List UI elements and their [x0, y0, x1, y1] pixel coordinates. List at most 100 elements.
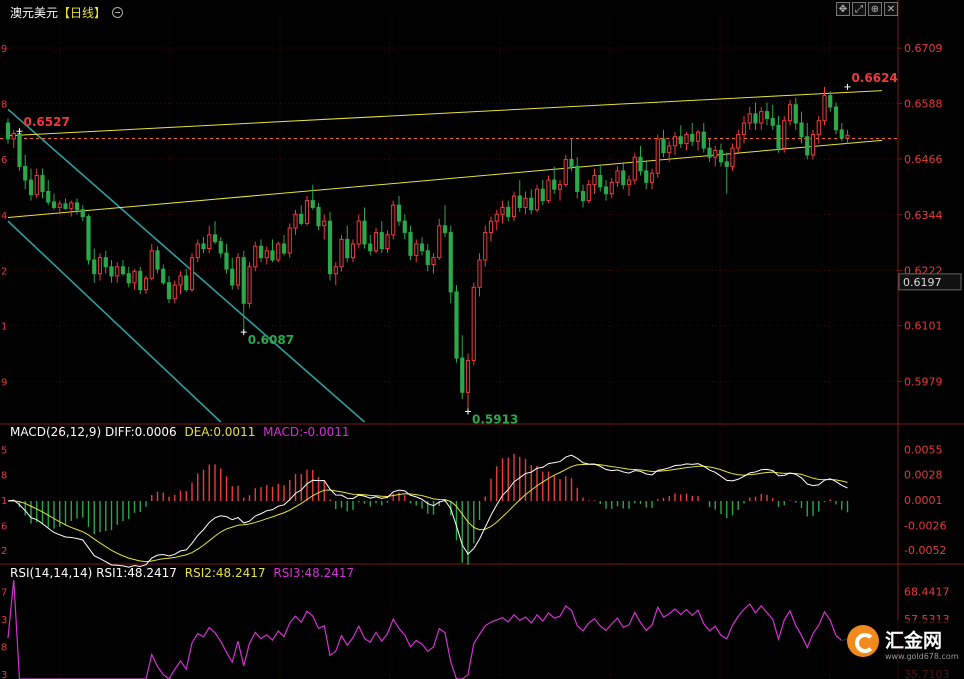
- candle-up: [385, 234, 390, 250]
- candle-up: [57, 203, 62, 208]
- candle-up: [391, 204, 396, 236]
- candle-up: [437, 225, 442, 259]
- left-tick-label: 6: [1, 521, 7, 532]
- candle-up: [483, 232, 488, 261]
- candle-down: [839, 129, 844, 139]
- candle-up: [810, 133, 816, 156]
- candle-up: [782, 120, 787, 149]
- candle-down: [230, 268, 235, 286]
- candle-down: [678, 136, 683, 145]
- left-tick-label: 3: [1, 615, 7, 626]
- candle-up: [787, 104, 793, 122]
- left-tick-label: 7: [1, 588, 7, 599]
- candle-down: [724, 161, 729, 167]
- macd-y-tick-label: 0.0028: [904, 469, 943, 482]
- candle-up: [626, 179, 632, 186]
- candle-down: [828, 95, 833, 108]
- gold678-logo: [847, 625, 879, 657]
- expand-icon[interactable]: ⤢: [852, 2, 866, 16]
- candle-up: [684, 133, 689, 145]
- candle-down: [362, 220, 367, 245]
- candle-down: [644, 170, 649, 183]
- candle-up: [609, 181, 614, 195]
- circle-minus-icon[interactable]: [111, 7, 123, 18]
- candle-down: [598, 174, 603, 188]
- candle-up: [149, 250, 154, 279]
- candle-up: [172, 284, 177, 300]
- candle-up: [655, 138, 660, 174]
- macd-value-label: MACD:-0.0011: [263, 425, 350, 439]
- candle-up: [500, 206, 505, 215]
- left-tick-label: 3: [1, 670, 7, 679]
- chart-header: 澳元美元【日线】: [10, 4, 123, 21]
- price-annotation: 0.5913: [472, 413, 518, 427]
- candle-down: [5, 122, 11, 140]
- candle-down: [28, 179, 34, 196]
- candle-up: [632, 156, 637, 181]
- candle-down: [23, 165, 28, 181]
- candle-up: [293, 213, 298, 229]
- candle-up: [235, 257, 241, 286]
- annotation-marker: [240, 329, 247, 336]
- candle-down: [552, 179, 557, 190]
- candle-up: [816, 120, 821, 135]
- candle-down: [368, 243, 373, 252]
- left-tick-label: 4: [1, 211, 7, 222]
- macd-y-tick-label: -0.0026: [904, 519, 946, 532]
- candle-down: [201, 243, 206, 250]
- candle-down: [402, 220, 407, 234]
- watermark-url: www.gold678.com: [885, 652, 959, 661]
- candle-up: [356, 220, 361, 245]
- rsi1-label: RSI1:48.2417: [96, 566, 177, 580]
- close-icon[interactable]: ✕: [884, 2, 898, 16]
- annotation-marker: [16, 128, 23, 135]
- candle-down: [103, 257, 108, 268]
- candle-up: [557, 184, 563, 190]
- candle-up: [253, 245, 258, 268]
- candle-up: [649, 172, 655, 183]
- candle-up: [287, 227, 292, 254]
- candle-down: [138, 270, 143, 291]
- downtrend-line: [7, 220, 222, 423]
- candle-up: [672, 136, 678, 147]
- left-tick-label: 1: [1, 322, 7, 333]
- candle-down: [92, 259, 97, 275]
- current-price-label: 0.6197: [903, 276, 942, 289]
- candle-down: [218, 241, 223, 254]
- candle-up: [523, 197, 528, 208]
- candle-up: [304, 200, 310, 224]
- candle-down: [258, 245, 264, 259]
- candle-up: [276, 243, 281, 261]
- candle-down: [442, 225, 448, 234]
- rsi-params-label: RSI(14,14,14): [10, 566, 93, 580]
- move-icon[interactable]: ✥: [836, 2, 850, 16]
- candle-down: [419, 243, 425, 252]
- period-label[interactable]: 【日线】: [58, 6, 106, 20]
- symbol-label: 澳元美元: [10, 6, 59, 20]
- candle-down: [184, 275, 189, 291]
- candle-down: [408, 232, 413, 256]
- candle-up: [339, 238, 344, 268]
- candle-down: [40, 174, 45, 192]
- candle-down: [603, 186, 609, 195]
- candle-up: [264, 250, 269, 259]
- candle-up: [695, 131, 701, 142]
- left-tick-label: 6: [1, 155, 7, 166]
- price-annotation: 0.6087: [248, 333, 294, 347]
- candle-up: [373, 232, 379, 252]
- macd-dea-label: DEA:0.0011: [184, 425, 256, 439]
- candle-down: [661, 138, 666, 154]
- candle-down: [86, 216, 91, 261]
- zoom-icon[interactable]: ⊕: [868, 2, 882, 16]
- candle-up: [845, 134, 850, 139]
- candle-up: [477, 259, 482, 288]
- candle-down: [690, 133, 695, 142]
- annotation-marker: [844, 83, 851, 90]
- candle-down: [80, 209, 85, 218]
- candle-down: [575, 165, 580, 192]
- left-tick-label: 2: [1, 546, 7, 557]
- candle-down: [241, 257, 246, 304]
- y-tick-label: 0.6709: [904, 42, 943, 55]
- candle-up: [736, 133, 741, 149]
- candle-down: [540, 188, 545, 202]
